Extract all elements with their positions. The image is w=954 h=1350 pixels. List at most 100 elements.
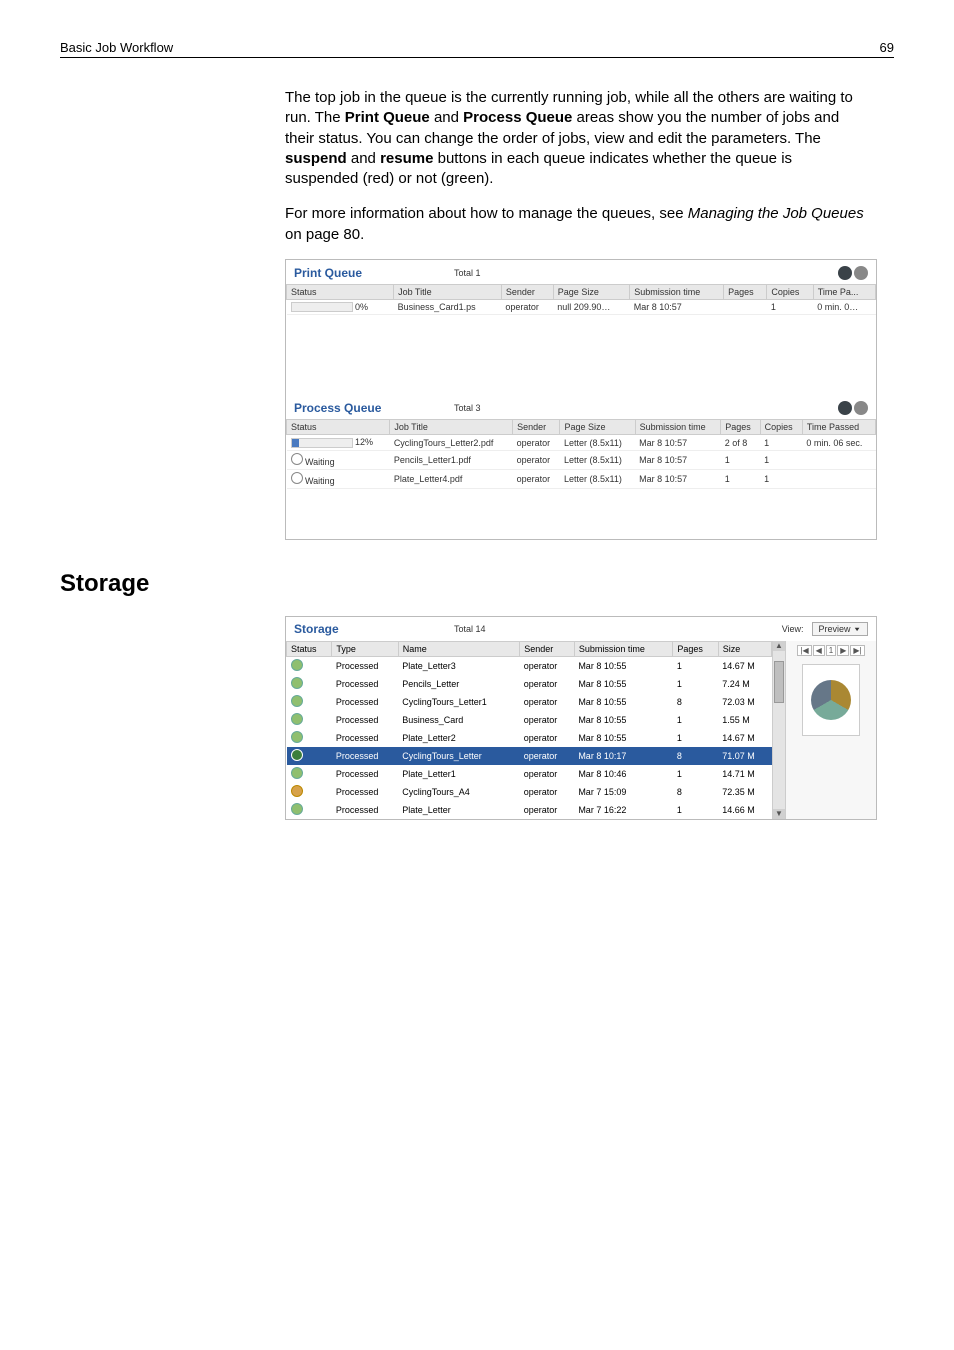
col-type[interactable]: Type <box>332 642 398 657</box>
table-row[interactable]: ProcessedPlate_Letter2operatorMar 8 10:5… <box>287 729 772 747</box>
preview-thumbnail <box>802 664 860 736</box>
pager-prev[interactable]: ◀ <box>813 645 825 656</box>
process-queue-title: Process Queue <box>294 401 454 415</box>
cell: Mar 8 10:57 <box>635 435 721 451</box>
col-time-passed[interactable]: Time Pa... <box>813 284 875 299</box>
col-pages[interactable]: Pages <box>673 642 718 657</box>
vertical-scrollbar[interactable]: ▲ ▼ <box>772 641 785 819</box>
col-submission-time[interactable]: Submission time <box>635 420 721 435</box>
table-row[interactable]: WaitingPencils_Letter1.pdfoperatorLetter… <box>287 451 876 470</box>
cell: CyclingTours_A4 <box>398 783 520 801</box>
cell: operator <box>513 451 560 470</box>
pager-first[interactable]: |◀ <box>797 645 811 656</box>
process-queue-total: Total 3 <box>454 403 481 413</box>
status-icon <box>291 785 303 797</box>
cell: operator <box>513 435 560 451</box>
col-page-size[interactable]: Page Size <box>553 284 629 299</box>
col-status[interactable]: Status <box>287 284 394 299</box>
cell: Letter (8.5x11) <box>560 470 635 489</box>
col-pages[interactable]: Pages <box>724 284 767 299</box>
col-job-title[interactable]: Job Title <box>390 420 513 435</box>
col-status[interactable]: Status <box>287 642 332 657</box>
table-row[interactable]: WaitingPlate_Letter4.pdfoperatorLetter (… <box>287 470 876 489</box>
status-icon <box>291 749 303 761</box>
pager-last[interactable]: ▶| <box>850 645 864 656</box>
col-sender[interactable]: Sender <box>513 420 560 435</box>
table-row[interactable]: ProcessedCyclingTours_A4operatorMar 7 15… <box>287 783 772 801</box>
col-time-passed[interactable]: Time Passed <box>802 420 875 435</box>
table-row[interactable]: 0% Business_Card1.ps operator null 209.9… <box>287 299 876 315</box>
view-label: View: <box>782 624 804 634</box>
stop-icon[interactable] <box>854 266 868 280</box>
cell <box>724 299 767 315</box>
header-left: Basic Job Workflow <box>60 40 173 55</box>
storage-title: Storage <box>294 622 454 636</box>
cell: CyclingTours_Letter2.pdf <box>390 435 513 451</box>
chevron-down-icon: ▼ <box>853 626 861 632</box>
paragraph-2: For more information about how to manage… <box>285 204 865 245</box>
col-job-title[interactable]: Job Title <box>394 284 502 299</box>
page-header: Basic Job Workflow 69 <box>60 40 894 58</box>
text: and <box>347 150 380 167</box>
col-submission-time[interactable]: Submission time <box>574 642 673 657</box>
table-row[interactable]: ProcessedPlate_Letter3operatorMar 8 10:5… <box>287 657 772 676</box>
pager-next[interactable]: ▶ <box>837 645 849 656</box>
cell: Business_Card <box>398 711 520 729</box>
table-row[interactable]: ProcessedCyclingTours_LetteroperatorMar … <box>287 747 772 765</box>
process-queue-table: Status Job Title Sender Page Size Submis… <box>286 419 876 489</box>
cell: 1 <box>721 470 760 489</box>
scroll-thumb[interactable] <box>774 661 784 703</box>
bold-suspend: suspend <box>285 150 347 167</box>
col-copies[interactable]: Copies <box>767 284 813 299</box>
cell: operator <box>520 747 575 765</box>
stop-icon[interactable] <box>854 401 868 415</box>
cell: 1 <box>673 675 718 693</box>
clock-icon <box>291 453 303 465</box>
clock-icon <box>291 472 303 484</box>
table-row[interactable]: ProcessedPlate_LetteroperatorMar 7 16:22… <box>287 801 772 819</box>
play-icon[interactable] <box>838 266 852 280</box>
cell <box>802 451 875 470</box>
col-pages[interactable]: Pages <box>721 420 760 435</box>
col-name[interactable]: Name <box>398 642 520 657</box>
italic-ref: Managing the Job Queues <box>688 205 864 222</box>
cell: operator <box>501 299 553 315</box>
cell: 1 <box>673 801 718 819</box>
storage-screenshot: Storage Total 14 View: Preview ▼ Status … <box>285 616 877 820</box>
scroll-up-icon[interactable]: ▲ <box>773 641 785 651</box>
cell: Business_Card1.ps <box>394 299 502 315</box>
cell: 72.03 M <box>718 693 771 711</box>
print-queue-table: Status Job Title Sender Page Size Submis… <box>286 284 876 316</box>
cell: operator <box>520 711 575 729</box>
table-row[interactable]: ProcessedPlate_Letter1operatorMar 8 10:4… <box>287 765 772 783</box>
cell: 14.67 M <box>718 657 771 676</box>
cell: 7.24 M <box>718 675 771 693</box>
play-icon[interactable] <box>838 401 852 415</box>
cell: operator <box>520 765 575 783</box>
cell: Mar 7 16:22 <box>574 801 673 819</box>
cell: Mar 8 10:55 <box>574 675 673 693</box>
cell: Plate_Letter2 <box>398 729 520 747</box>
status-text: Waiting <box>305 457 335 467</box>
cell: Letter (8.5x11) <box>560 435 635 451</box>
col-status[interactable]: Status <box>287 420 390 435</box>
cell: operator <box>520 675 575 693</box>
cell: 1 <box>721 451 760 470</box>
scroll-down-icon[interactable]: ▼ <box>773 809 785 819</box>
col-copies[interactable]: Copies <box>760 420 802 435</box>
pager-current[interactable]: 1 <box>826 645 836 656</box>
cell: Plate_Letter3 <box>398 657 520 676</box>
col-submission-time[interactable]: Submission time <box>630 284 724 299</box>
table-row[interactable]: ProcessedPencils_LetteroperatorMar 8 10:… <box>287 675 772 693</box>
table-row[interactable]: ProcessedCyclingTours_Letter1operatorMar… <box>287 693 772 711</box>
col-size[interactable]: Size <box>718 642 771 657</box>
col-sender[interactable]: Sender <box>520 642 575 657</box>
cell: CyclingTours_Letter1 <box>398 693 520 711</box>
view-dropdown[interactable]: Preview ▼ <box>812 622 868 636</box>
col-sender[interactable]: Sender <box>501 284 553 299</box>
table-row[interactable]: 12%CyclingTours_Letter2.pdfoperatorLette… <box>287 435 876 451</box>
table-row[interactable]: ProcessedBusiness_CardoperatorMar 8 10:5… <box>287 711 772 729</box>
cell: 0 min. 0… <box>813 299 875 315</box>
status-icon <box>291 677 303 689</box>
col-page-size[interactable]: Page Size <box>560 420 635 435</box>
